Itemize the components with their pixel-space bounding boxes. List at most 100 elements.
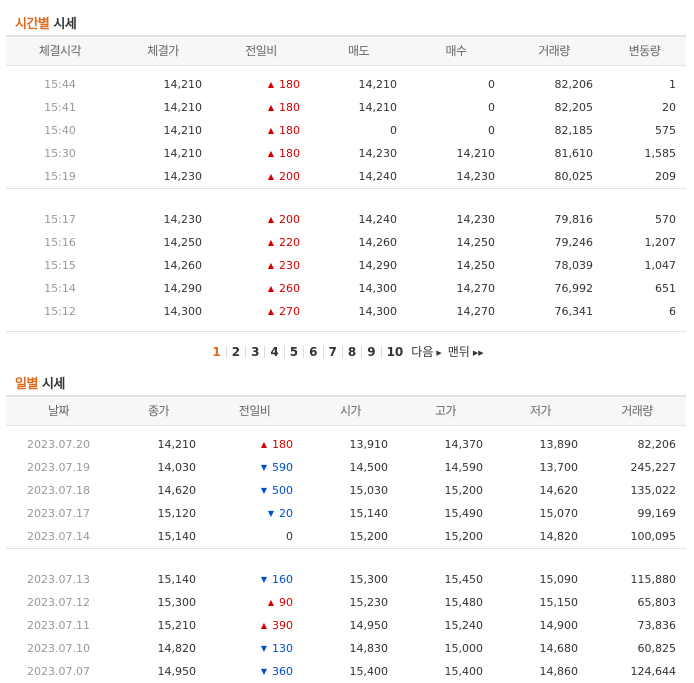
last-page-link[interactable]: 맨뒤 ▶▶ <box>445 343 487 360</box>
bid-cell: 14,210 <box>456 147 496 160</box>
change-value: 180 <box>279 101 300 114</box>
price-cell: 14,210 <box>163 101 203 114</box>
bid-cell: 14,250 <box>456 236 496 249</box>
price-cell: 14,210 <box>163 78 203 91</box>
page-link-5[interactable]: 5 <box>285 346 305 358</box>
low-cell: 15,070 <box>539 507 579 520</box>
change-value: 180 <box>279 78 300 91</box>
page-link-7[interactable]: 7 <box>324 346 343 358</box>
volume-cell: 124,644 <box>630 665 677 678</box>
change-cell: ▲ 180 <box>212 142 310 165</box>
volume-cell: 245,227 <box>630 461 677 474</box>
bid-cell: 0 <box>488 124 495 137</box>
change-value: 500 <box>272 484 293 497</box>
page-link-6[interactable]: 6 <box>304 346 324 358</box>
next-page-link[interactable]: 다음 ▶ <box>408 343 444 360</box>
delta-cell: 570 <box>655 213 676 226</box>
triangle-right-icon: ▶ <box>436 349 442 357</box>
gap-cell <box>6 187 686 208</box>
spacer-row <box>6 65 686 73</box>
delta-cell: 1,047 <box>644 259 677 272</box>
open-cell: 15,300 <box>349 573 389 586</box>
change-cell: ▲ 180 <box>206 433 303 456</box>
price-cell: 14,210 <box>163 124 203 137</box>
open-cell: 15,400 <box>349 665 389 678</box>
triangle-up-icon: ▲ <box>267 284 274 293</box>
table-row: 15:15 14,260 ▲ 230 14,290 14,250 78,039 1,047 <box>6 254 686 277</box>
triangle-up-icon: ▲ <box>267 171 274 181</box>
price-cell: 14,300 <box>163 305 203 318</box>
bid-cell: 0 <box>488 78 495 91</box>
close-cell: 15,140 <box>157 573 197 586</box>
table-row: 15:17 14,230 ▲ 200 14,240 14,230 79,816 570 <box>6 208 686 231</box>
price-cell: 14,230 <box>163 169 203 183</box>
volume-cell: 79,246 <box>554 236 594 249</box>
triangle-up-icon: ▲ <box>267 149 274 158</box>
open-cell: 15,200 <box>349 529 389 543</box>
change-value: 180 <box>279 147 300 160</box>
volume-cell: 78,039 <box>554 259 594 272</box>
spacer-row <box>6 323 686 331</box>
table-row: 2023.07.10 14,820 ▼ 130 14,830 15,000 14,680 60… <box>6 637 686 660</box>
open-cell: 14,950 <box>349 619 389 632</box>
time-cell: 15:44 <box>44 78 76 91</box>
open-cell: 15,030 <box>349 484 389 497</box>
time_section-header-6: 변동량 <box>603 35 686 66</box>
high-cell: 14,370 <box>444 438 484 451</box>
price-cell: 14,260 <box>163 259 203 272</box>
change-cell: ▼ 360 <box>206 660 303 683</box>
gap-row <box>6 187 686 208</box>
bid-cell: 14,230 <box>456 169 496 183</box>
table-row: 15:30 14,210 ▲ 180 14,230 14,210 81,610 1,585 <box>6 142 686 165</box>
bid-cell: 14,270 <box>456 282 496 295</box>
daily-price-table: 날짜 종가 전일비 시가 고가 저가 거래량 2023.07.20 14,210 ▲ 180 13,… <box>6 395 686 683</box>
price-cell: 14,230 <box>163 213 203 226</box>
date-cell: 2023.07.14 <box>27 529 90 543</box>
daily_section-header-4: 고가 <box>398 395 493 426</box>
change-cell: ▲ 230 <box>212 254 310 277</box>
time-cell: 15:12 <box>44 305 76 318</box>
low-cell: 14,860 <box>539 665 579 678</box>
time-price-table: 체결시각 체결가 전일비 매도 매수 거래량 변동량 15:44 14,210 ▲ 180 14,2… <box>6 35 686 354</box>
date-cell: 2023.07.20 <box>27 438 90 451</box>
gap-row <box>6 547 686 568</box>
double-triangle-right-icon: ▶▶ <box>472 349 484 357</box>
page-link-4[interactable]: 4 <box>265 346 285 358</box>
ask-cell: 14,240 <box>358 169 398 183</box>
high-cell: 15,480 <box>444 596 484 609</box>
ask-cell: 0 <box>390 124 397 137</box>
change-value: 230 <box>279 259 300 272</box>
close-cell: 14,210 <box>157 438 197 451</box>
time-cell: 15:16 <box>44 236 76 249</box>
triangle-down-icon: ▼ <box>260 667 267 676</box>
spacer-cell <box>6 65 686 73</box>
date-cell: 2023.07.12 <box>27 596 90 609</box>
volume-cell: 82,185 <box>554 124 594 137</box>
high-cell: 15,400 <box>444 665 484 678</box>
page-link-3[interactable]: 3 <box>246 346 266 358</box>
change-cell: ▼ 500 <box>206 479 303 502</box>
change-cell: ▼ 20 <box>206 502 303 525</box>
close-cell: 15,210 <box>157 619 197 632</box>
change-value: 270 <box>279 305 300 318</box>
delta-cell: 1,207 <box>644 236 677 249</box>
change-cell: ▲ 200 <box>212 165 310 188</box>
date-cell: 2023.07.17 <box>27 507 90 520</box>
page-link-10[interactable]: 10 <box>382 346 409 358</box>
ask-cell: 14,300 <box>358 305 398 318</box>
daily_section-header-2: 전일비 <box>206 395 303 426</box>
table-row: 15:12 14,300 ▲ 270 14,300 14,270 76,341 6 <box>6 300 686 323</box>
daily_section-header-5: 저가 <box>493 395 588 426</box>
daily_section-header-0: 날짜 <box>6 395 111 426</box>
ask-cell: 14,260 <box>358 236 398 249</box>
date-cell: 2023.07.19 <box>27 461 90 474</box>
daily-table-header: 날짜 종가 전일비 시가 고가 저가 거래량 <box>6 395 686 426</box>
page-link-9[interactable]: 9 <box>362 346 382 358</box>
table-row: 2023.07.12 15,300 ▲ 90 15,230 15,480 15,150 65,… <box>6 591 686 614</box>
page-link-2[interactable]: 2 <box>227 346 247 358</box>
table-row: 2023.07.11 15,210 ▲ 390 14,950 15,240 14,900 73… <box>6 614 686 637</box>
triangle-up-icon: ▲ <box>260 440 267 449</box>
open-cell: 14,500 <box>349 461 389 474</box>
page-link-1[interactable]: 1 <box>207 346 227 358</box>
page-link-8[interactable]: 8 <box>343 346 363 358</box>
